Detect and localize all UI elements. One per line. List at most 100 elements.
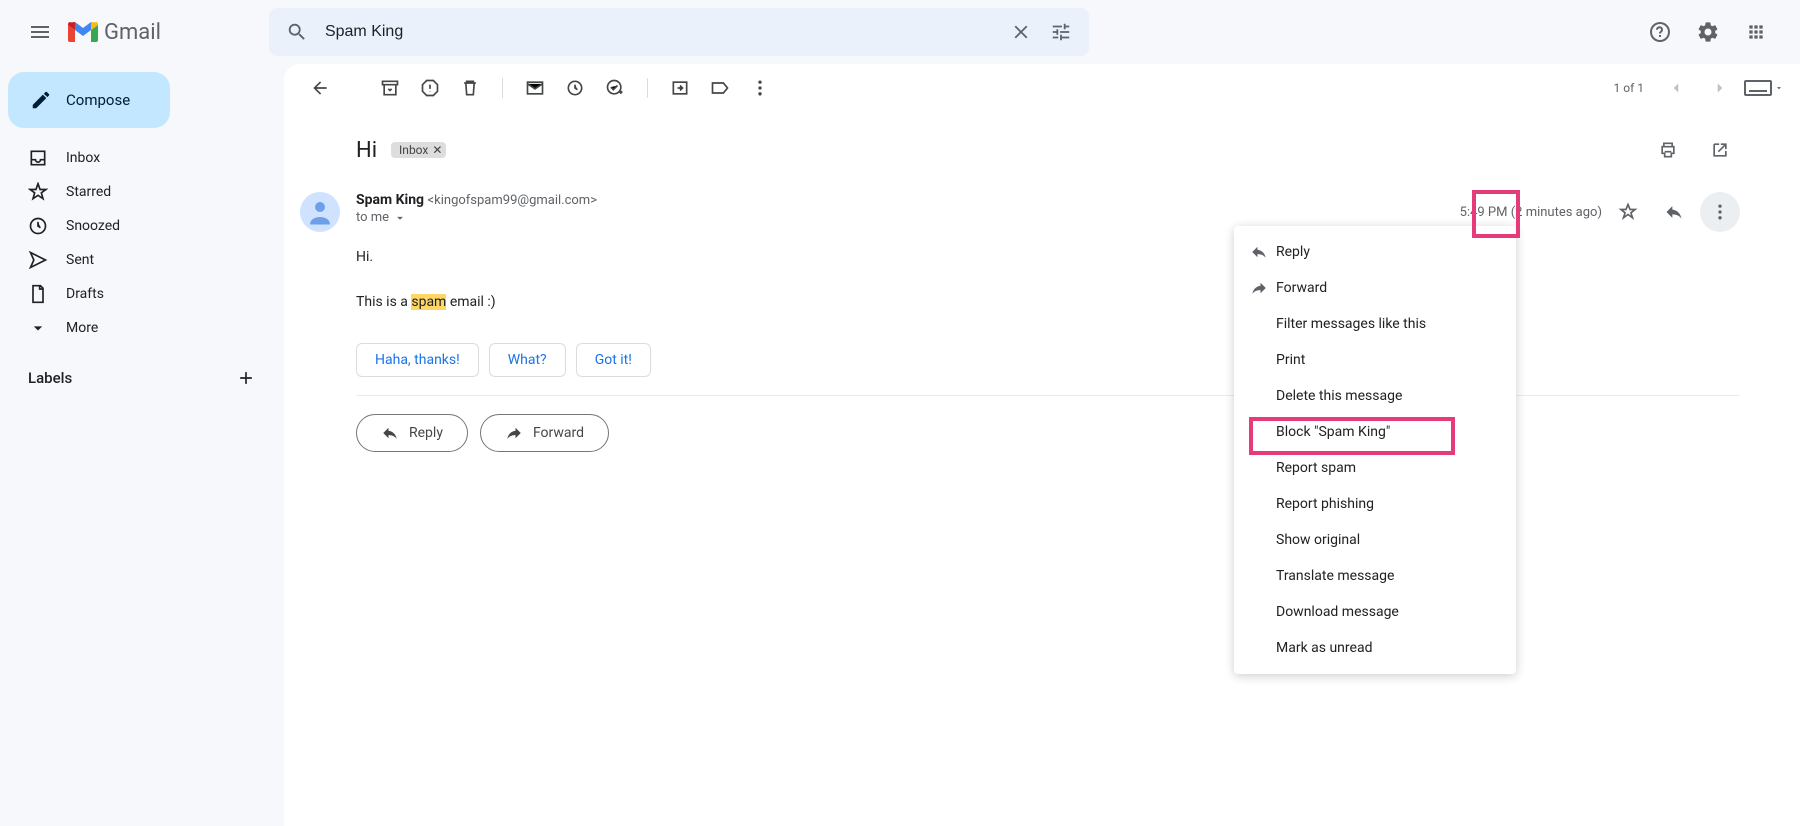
message-header: Spam King <kingofspam99@gmail.com> to me… — [356, 192, 1740, 232]
inbox-icon — [28, 148, 48, 168]
content-line: This is a spam email :) — [356, 291, 1740, 313]
nav-sent[interactable]: Sent — [4, 244, 276, 276]
clear-search-button[interactable] — [1001, 12, 1041, 52]
sidebar: Compose Inbox Starred Snoozed Sent Draft… — [0, 64, 284, 826]
chevron-left-icon — [1667, 79, 1685, 97]
nav-inbox[interactable]: Inbox — [4, 142, 276, 174]
smart-reply-1[interactable]: Haha, thanks! — [356, 343, 479, 377]
dropdown-caret-icon — [1774, 83, 1784, 93]
smart-reply-3[interactable]: Got it! — [576, 343, 651, 377]
input-tools-button[interactable] — [1744, 68, 1784, 108]
more-actions-button[interactable] — [740, 68, 780, 108]
sender-email: <kingofspam99@gmail.com> — [428, 193, 597, 208]
forward-button[interactable]: Forward — [480, 414, 609, 452]
body: Compose Inbox Starred Snoozed Sent Draft… — [0, 64, 1800, 826]
tune-icon — [1050, 21, 1072, 43]
open-new-window-button[interactable] — [1700, 130, 1740, 170]
sender-avatar[interactable] — [300, 192, 340, 232]
header-right — [1640, 12, 1784, 52]
print-icon — [1658, 140, 1678, 160]
message: Spam King <kingofspam99@gmail.com> to me… — [284, 178, 1800, 313]
print-button[interactable] — [1648, 130, 1688, 170]
menu-report-spam[interactable]: Report spam — [1234, 450, 1516, 486]
star-icon — [28, 182, 48, 202]
support-button[interactable] — [1640, 12, 1680, 52]
message-time: 5:49 PM (2 minutes ago) — [1460, 205, 1602, 220]
compose-button[interactable]: Compose — [8, 72, 170, 128]
sender-block: Spam King <kingofspam99@gmail.com> to me — [356, 192, 1460, 225]
back-button[interactable] — [300, 68, 340, 108]
forward-icon — [1250, 279, 1268, 297]
subject-text: Hi — [356, 138, 377, 163]
menu-translate[interactable]: Translate message — [1234, 558, 1516, 594]
mark-unread-button[interactable] — [515, 68, 555, 108]
main-menu-button[interactable] — [16, 8, 64, 56]
person-icon — [305, 197, 335, 227]
app-header: Gmail — [0, 0, 1800, 64]
page-count: 1 of 1 — [1614, 81, 1644, 95]
forward-icon — [505, 424, 523, 442]
star-icon — [1618, 202, 1638, 222]
recipient-line[interactable]: to me — [356, 210, 1460, 225]
nav-starred[interactable]: Starred — [4, 176, 276, 208]
chevron-down-icon — [28, 318, 48, 338]
sender-name: Spam King — [356, 192, 424, 208]
add-task-icon — [605, 78, 625, 98]
nav-drafts[interactable]: Drafts — [4, 278, 276, 310]
snooze-button[interactable] — [555, 68, 595, 108]
star-message-button[interactable] — [1608, 192, 1648, 232]
search-button[interactable] — [277, 12, 317, 52]
menu-forward[interactable]: Forward — [1234, 270, 1516, 306]
arrow-back-icon — [310, 78, 330, 98]
menu-mark-unread[interactable]: Mark as unread — [1234, 630, 1516, 666]
menu-reply[interactable]: Reply — [1234, 234, 1516, 270]
search-input[interactable] — [317, 23, 1001, 41]
add-label-button[interactable] — [232, 364, 260, 392]
smart-reply-2[interactable]: What? — [489, 343, 566, 377]
menu-show-original[interactable]: Show original — [1234, 522, 1516, 558]
menu-download[interactable]: Download message — [1234, 594, 1516, 630]
gear-icon — [1696, 20, 1720, 44]
compose-label: Compose — [66, 91, 130, 109]
reply-row: Reply Forward — [356, 414, 1800, 452]
menu-delete[interactable]: Delete this message — [1234, 378, 1516, 414]
menu-block[interactable]: Block "Spam King" — [1234, 414, 1516, 450]
app-name: Gmail — [104, 20, 161, 45]
plus-icon — [236, 368, 256, 388]
menu-filter[interactable]: Filter messages like this — [1234, 306, 1516, 342]
archive-button[interactable] — [370, 68, 410, 108]
labels-section: Labels — [4, 346, 276, 392]
subject-actions — [1648, 130, 1740, 170]
report-icon — [420, 78, 440, 98]
delete-button[interactable] — [450, 68, 490, 108]
prev-page-button[interactable] — [1656, 68, 1696, 108]
nav-snoozed[interactable]: Snoozed — [4, 210, 276, 242]
report-spam-button[interactable] — [410, 68, 450, 108]
content-line: Hi. — [356, 246, 1740, 268]
dropdown-caret-icon — [393, 211, 407, 225]
settings-button[interactable] — [1688, 12, 1728, 52]
send-icon — [28, 250, 48, 270]
archive-icon — [380, 78, 400, 98]
search-bar — [269, 8, 1089, 56]
next-page-button[interactable] — [1700, 68, 1740, 108]
search-options-button[interactable] — [1041, 12, 1081, 52]
remove-label-button[interactable]: ✕ — [432, 143, 442, 157]
gmail-logo[interactable]: Gmail — [68, 20, 161, 45]
label-chip[interactable]: Inbox ✕ — [391, 142, 446, 158]
add-task-button[interactable] — [595, 68, 635, 108]
message-content: Hi. This is a spam email :) — [356, 232, 1740, 313]
labels-button[interactable] — [700, 68, 740, 108]
message-more-button[interactable] — [1700, 192, 1740, 232]
hamburger-icon — [28, 20, 52, 44]
menu-report-phishing[interactable]: Report phishing — [1234, 486, 1516, 522]
subject-row: Hi Inbox ✕ — [284, 112, 1800, 178]
reply-button[interactable]: Reply — [356, 414, 468, 452]
nav-more[interactable]: More — [4, 312, 276, 344]
clock-icon — [565, 78, 585, 98]
keyboard-icon — [1744, 80, 1772, 96]
move-to-button[interactable] — [660, 68, 700, 108]
reply-icon-button[interactable] — [1654, 192, 1694, 232]
apps-button[interactable] — [1736, 12, 1776, 52]
menu-print[interactable]: Print — [1234, 342, 1516, 378]
